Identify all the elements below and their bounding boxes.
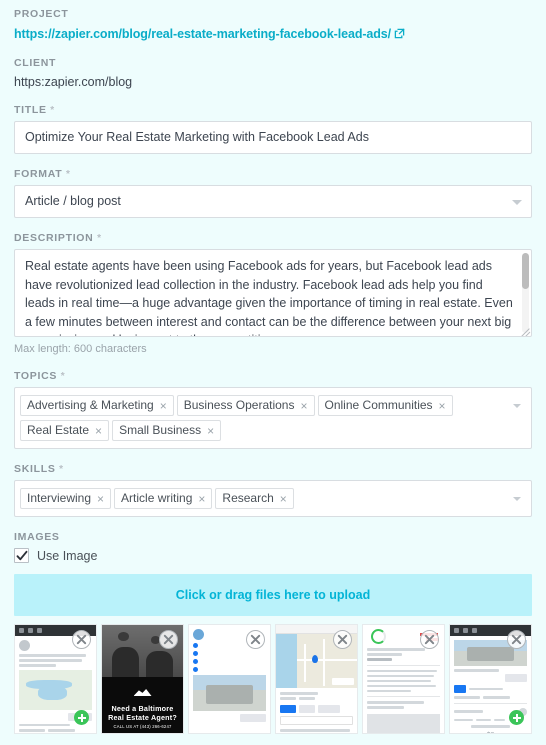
format-select-wrap: Article / blog post [14,185,532,218]
remove-chip-icon[interactable]: × [439,400,446,412]
add-image-badge-icon[interactable] [74,710,89,725]
description-required-marker: * [97,233,102,244]
images-field: IMAGES Use Image Click or drag files her… [14,531,532,734]
description-textarea-wrap: Real estate agents have been using Faceb… [14,249,532,337]
description-scrollbar[interactable] [522,253,529,333]
skills-field: SKILLS * Interviewing × Article writing × Re… [14,463,532,517]
remove-image-icon[interactable] [159,630,178,649]
use-image-checkbox[interactable] [14,548,29,563]
chevron-down-icon [513,496,521,501]
project-url-link[interactable]: https://zapier.com/blog/real-estate-mark… [14,26,405,43]
title-input[interactable]: Optimize Your Real Estate Marketing with… [14,121,532,154]
remove-image-icon[interactable] [72,630,91,649]
remove-image-icon[interactable] [420,630,439,649]
remove-chip-icon[interactable]: × [198,493,205,505]
skill-chip[interactable]: Research × [215,488,294,509]
remove-chip-icon[interactable]: × [97,493,104,505]
topics-field: TOPICS * Advertising & Marketing × Busines… [14,370,532,449]
ad-caption-line-2: Real Estate Agent? [108,713,177,722]
topic-chip-label: Online Communities [324,398,433,412]
project-url-text: https://zapier.com/blog/real-estate-mark… [14,27,392,41]
topic-chip[interactable]: Advertising & Marketing × [20,395,174,416]
topics-multiselect[interactable]: Advertising & Marketing × Business Operati… [14,387,532,449]
topics-label-text: TOPICS [14,370,58,382]
skill-chip-label: Research [222,491,274,505]
topic-chip-label: Real Estate [27,423,90,437]
use-image-row[interactable]: Use Image [14,548,532,563]
topics-required-marker: * [60,371,66,382]
format-required-marker: * [65,169,71,180]
skills-label: SKILLS * [14,463,532,476]
topics-label: TOPICS * [14,370,532,383]
ad-caption-line-1: Need a Baltimore [111,704,174,713]
topic-chip[interactable]: Small Business × [112,420,222,441]
description-label: DESCRIPTION * [14,232,532,245]
resize-grip-icon[interactable] [518,323,531,336]
remove-chip-icon[interactable]: × [300,400,307,412]
description-helper-text: Max length: 600 characters [14,343,147,355]
skills-required-marker: * [59,464,64,475]
format-select[interactable]: Article / blog post [14,185,532,218]
topic-chip-label: Advertising & Marketing [27,398,154,412]
format-field: FORMAT * Article / blog post [14,168,532,218]
project-field: PROJECT https://zapier.com/blog/real-est… [14,0,532,43]
remove-chip-icon[interactable]: × [207,425,214,437]
format-label-text: FORMAT [14,168,63,180]
topic-chip[interactable]: Business Operations × [176,395,315,416]
external-link-icon [394,27,405,43]
image-thumbnail[interactable] [14,624,97,734]
dropzone-text: Click or drag files here to upload [175,588,371,602]
images-label: IMAGES [14,531,60,543]
project-form-page: PROJECT https://zapier.com/blog/real-est… [0,0,546,745]
topic-chip[interactable]: Real Estate × [20,420,110,441]
skill-chip-label: Interviewing [27,491,92,505]
remove-image-icon[interactable] [333,630,352,649]
client-value: https:zapier.com/blog [14,75,133,89]
image-thumbnail[interactable]: Need a Baltimore Real Estate Agent? CALL… [101,624,184,734]
client-label: CLIENT [14,57,57,69]
description-scrollbar-thumb[interactable] [522,253,529,289]
image-thumbnail[interactable]: $0 [449,624,532,734]
skill-chip[interactable]: Article writing × [114,488,213,509]
topic-chip[interactable]: Online Communities × [317,395,453,416]
title-label-text: TITLE [14,104,47,116]
topic-chip-label: Business Operations [183,398,295,412]
image-thumbnail[interactable] [275,624,358,734]
description-label-text: DESCRIPTION [14,232,94,244]
project-label: PROJECT [14,8,69,20]
thumbnail-strip: Need a Baltimore Real Estate Agent? CALL… [14,624,532,734]
image-thumbnail[interactable] [362,624,445,734]
remove-image-icon[interactable] [507,630,526,649]
topic-chip-label: Small Business [119,423,202,437]
image-thumbnail[interactable] [188,624,271,734]
title-label: TITLE * [14,104,532,117]
remove-image-icon[interactable] [246,630,265,649]
remove-chip-icon[interactable]: × [160,400,167,412]
ad-caption-line-3: CALL US AT (443) 266-6247 [113,724,172,729]
remove-chip-icon[interactable]: × [95,425,102,437]
chevron-down-icon [513,404,521,408]
format-label: FORMAT * [14,168,532,181]
skill-chip-label: Article writing [121,491,193,505]
file-dropzone[interactable]: Click or drag files here to upload [14,574,532,616]
checkmark-icon [16,550,28,561]
description-field: DESCRIPTION * Real estate agents have be… [14,232,532,356]
title-field: TITLE * Optimize Your Real Estate Market… [14,104,532,154]
skills-label-text: SKILLS [14,463,56,475]
skill-chip[interactable]: Interviewing × [20,488,112,509]
client-field: CLIENT https:zapier.com/blog [14,57,532,90]
skills-multiselect[interactable]: Interviewing × Article writing × Research × [14,480,532,517]
remove-chip-icon[interactable]: × [280,493,287,505]
add-image-badge-icon[interactable] [509,710,524,725]
use-image-label: Use Image [37,548,98,563]
title-required-marker: * [50,105,55,116]
description-textarea[interactable]: Real estate agents have been using Faceb… [14,249,532,337]
